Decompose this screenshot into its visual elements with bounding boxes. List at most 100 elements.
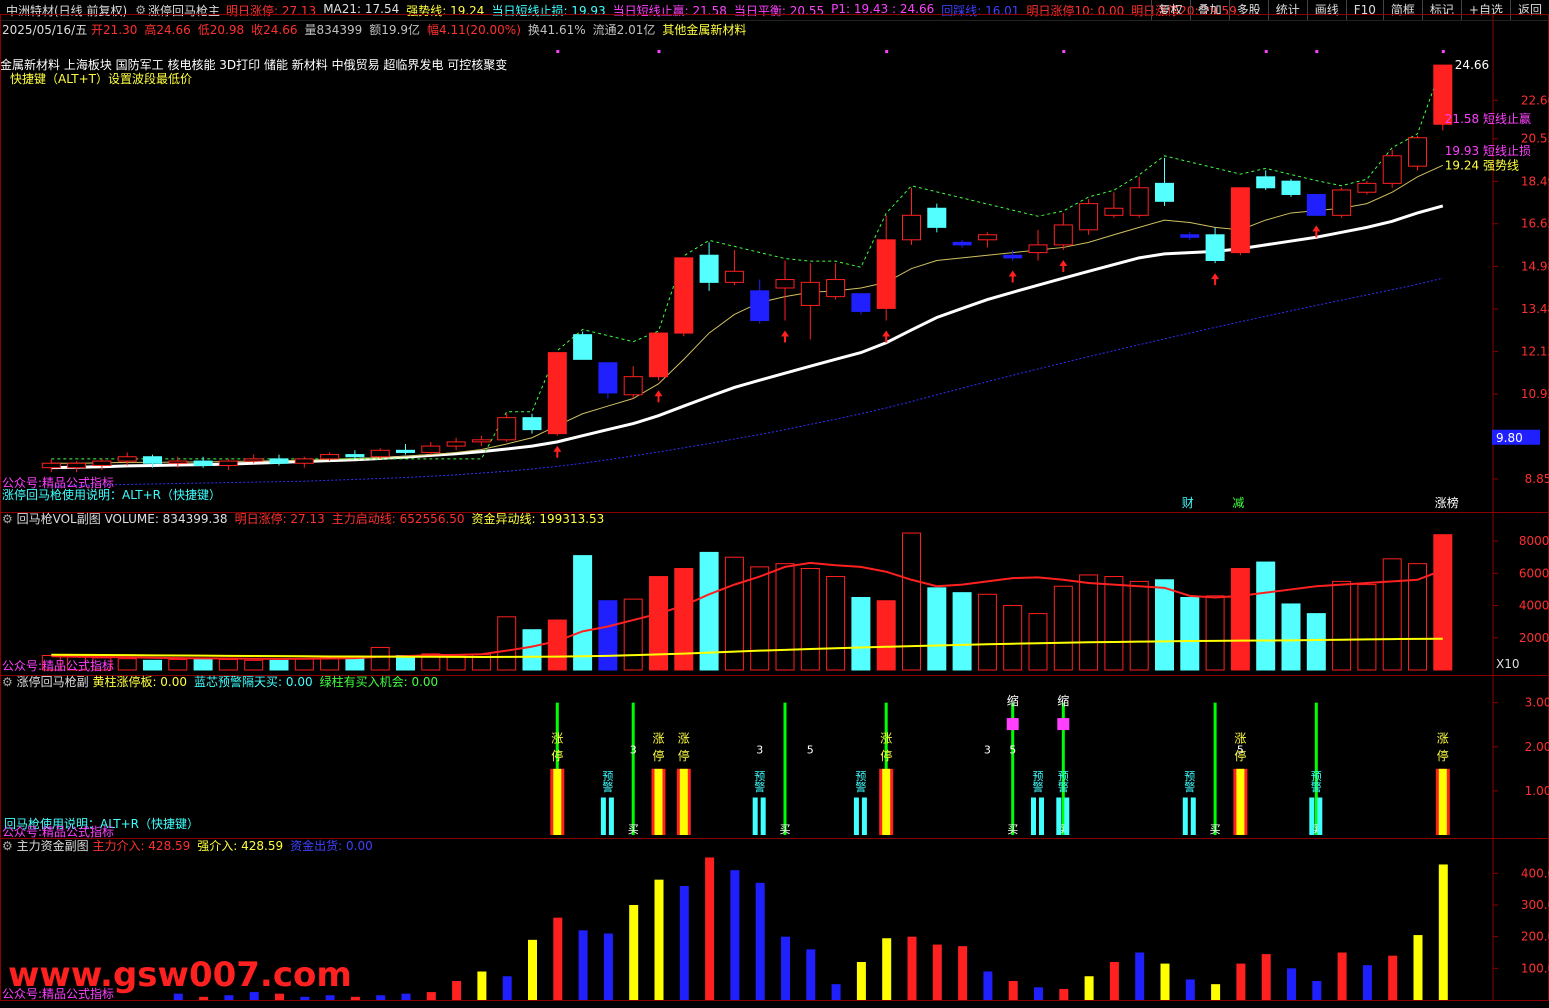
candle-body (117, 456, 137, 462)
fund-title[interactable]: 主力资金副图 (17, 839, 89, 853)
fund-bar (654, 879, 664, 1000)
candle-body (421, 445, 441, 453)
vol-value-2: 主力启动线: 652556.50 (331, 512, 465, 526)
vol-bar (1028, 613, 1048, 671)
vol-tick-label: 40000 (1519, 599, 1549, 613)
fund-bar (401, 993, 411, 1000)
fund-bar (426, 992, 436, 1000)
vol-bar (446, 655, 466, 671)
fund-bar (983, 971, 993, 1000)
count-label: 5 (807, 743, 814, 756)
fund-bar (705, 857, 715, 1000)
gear-icon[interactable]: ⚙ (2, 675, 13, 689)
vol-bar (1180, 597, 1200, 671)
buy-label: 买 (628, 823, 639, 836)
candle-body (1205, 234, 1225, 262)
zt-inner-bar (882, 768, 891, 835)
candle-body (724, 270, 744, 283)
fund-bar (629, 905, 639, 1000)
vol-bar (851, 597, 871, 671)
vol-bar (1306, 613, 1326, 671)
count-label: 3 (630, 743, 637, 756)
candle-body (876, 239, 896, 309)
signal-dot (556, 50, 560, 53)
fund-bar (452, 981, 462, 1000)
candle-body (1104, 207, 1124, 216)
bottom-tag: 减 (1232, 496, 1244, 510)
vol-values: VOLUME: 834399.38 明日涨停: 27.13 主力启动线: 65255… (105, 512, 612, 526)
fund-bar (1160, 963, 1170, 1000)
fund-bar (603, 933, 613, 1000)
fund-bar (907, 936, 917, 1000)
zt-label: 停 (880, 748, 892, 763)
fund-bar (224, 995, 234, 1000)
buy-label: 买 (1007, 823, 1018, 836)
buy-arrow (1008, 270, 1017, 283)
vol-value-3: 资金异动线: 199313.53 (471, 512, 605, 526)
fund-bar (325, 995, 335, 1000)
candle-body (1382, 155, 1402, 184)
candle-body (1129, 187, 1149, 216)
right-label-1: 19.93 短线止损 (1445, 144, 1531, 158)
buy-label: 买 (1210, 823, 1221, 836)
gear-icon[interactable]: ⚙ (2, 839, 13, 853)
zt-inner-bar (1438, 768, 1447, 835)
zt-inner-bar (679, 768, 688, 835)
fund-bar (1362, 965, 1372, 1000)
fund-bar (477, 971, 487, 1000)
fund-bar (1109, 962, 1119, 1000)
green-signal-bar (1213, 702, 1217, 835)
fund-bar (1236, 963, 1246, 1000)
candle-body (345, 454, 365, 458)
vol-bar (876, 600, 896, 671)
vol-bar (218, 659, 238, 671)
vol-bar (1433, 534, 1453, 671)
vol-bar (573, 555, 593, 671)
vol-title[interactable]: 回马枪VOL副图 (17, 512, 101, 526)
vol-bar (1382, 558, 1402, 671)
fund-bar (1388, 955, 1398, 1000)
candle-body (1155, 182, 1174, 202)
yj-bar (861, 797, 867, 835)
fund-bar (755, 882, 765, 1000)
vol-tick-label: 20000 (1519, 631, 1549, 645)
zt-label: 停 (678, 748, 690, 763)
candle-body (826, 279, 846, 298)
shrink-box (1057, 718, 1070, 731)
candle-body (497, 417, 517, 441)
vol-bar (1357, 584, 1377, 671)
fund-bar (781, 936, 790, 1000)
zt-label: 涨 (551, 730, 563, 745)
fund-bar (350, 996, 360, 1000)
shrink-label: 缩 (1007, 693, 1019, 708)
signal-dot (1062, 50, 1066, 53)
fund-bar (1084, 976, 1094, 1000)
kline-chart[interactable]: 8.8510.9212.1313.4814.9816.6518.4920.552… (0, 0, 1549, 1008)
yj-label: 警 (602, 780, 613, 794)
candle-body (1357, 182, 1377, 193)
signal-dot (1264, 50, 1268, 53)
signal-tick-label: 2.00 (1525, 740, 1549, 754)
zt-label: 涨 (1437, 730, 1449, 745)
fund-bar (679, 886, 689, 1000)
vol-bar (775, 563, 795, 671)
signal-dot (1315, 50, 1319, 53)
gear-icon[interactable]: ⚙ (2, 512, 13, 526)
vol-bar (117, 658, 137, 671)
blue-dotted-line (51, 277, 1443, 487)
y-tick-label: 16.65 (1521, 217, 1549, 231)
signal-values: 黄柱涨停板: 0.00 蓝芯预警隔天买: 0.00 绿柱有买入机会: 0.00 (92, 675, 445, 689)
count-label: 3 (756, 743, 763, 756)
yj-bar (600, 797, 606, 835)
fund-bar (376, 995, 386, 1000)
signal-value-2: 绿柱有买入机会: 0.00 (319, 675, 439, 689)
vol-bar (244, 659, 264, 671)
signal-title[interactable]: 涨停回马枪副 (17, 675, 89, 689)
candle-body (649, 332, 668, 378)
zt-inner-bar (654, 768, 663, 835)
watermark: www.gsw007.com (8, 955, 352, 995)
shrink-label: 缩 (1057, 693, 1069, 708)
candle-body (902, 214, 921, 241)
vol-unit: X10 (1496, 657, 1520, 671)
fund-value-2: 资金出货: 0.00 (290, 839, 373, 853)
